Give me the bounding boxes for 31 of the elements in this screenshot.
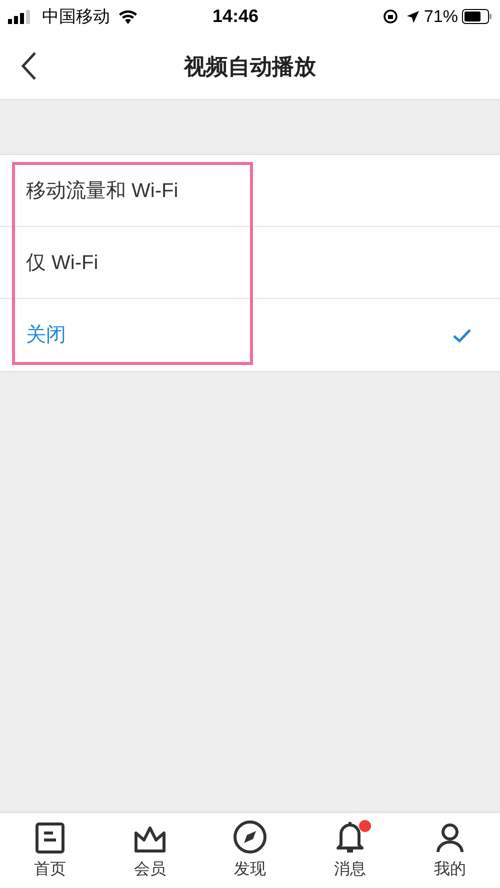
battery-icon (462, 9, 492, 24)
carrier-name: 中国移动 (42, 6, 110, 28)
option-row[interactable]: 仅 Wi-Fi (0, 227, 500, 299)
battery-percentage: 71% (424, 6, 458, 28)
location-arrow-icon (406, 10, 420, 24)
tab-bar-item[interactable]: 消息 (300, 813, 400, 888)
checkmark-icon (452, 328, 472, 342)
clock-time: 14:46 (212, 5, 258, 28)
rotation-lock-icon (382, 9, 398, 24)
back-icon (20, 51, 38, 81)
option-label: 移动流量和 Wi-Fi (26, 178, 180, 204)
tab-label: 发现 (234, 860, 266, 880)
option-label: 仅 Wi-Fi (26, 250, 100, 276)
tab-label: 首页 (34, 860, 66, 880)
option-row[interactable]: 关闭 (0, 299, 500, 371)
person-icon (435, 822, 465, 854)
crown-icon (133, 824, 167, 854)
tab-bar-item[interactable]: 发现 (200, 813, 300, 888)
tab-bar-item[interactable]: 首页 (0, 813, 100, 888)
option-label: 关闭 (26, 323, 67, 348)
tab-label: 消息 (334, 860, 366, 880)
tab-label: 会员 (134, 860, 166, 880)
option-row[interactable]: 移动流量和 Wi-Fi (0, 155, 500, 227)
document-icon (35, 822, 65, 854)
wifi-icon (118, 9, 138, 24)
tab-label: 我的 (434, 860, 466, 880)
page-title: 视频自动播放 (184, 52, 316, 80)
tab-bar-item[interactable]: 我的 (400, 813, 500, 888)
compass-icon (233, 820, 267, 854)
bell-icon (335, 820, 365, 854)
tab-bar-item[interactable]: 会员 (100, 813, 200, 888)
